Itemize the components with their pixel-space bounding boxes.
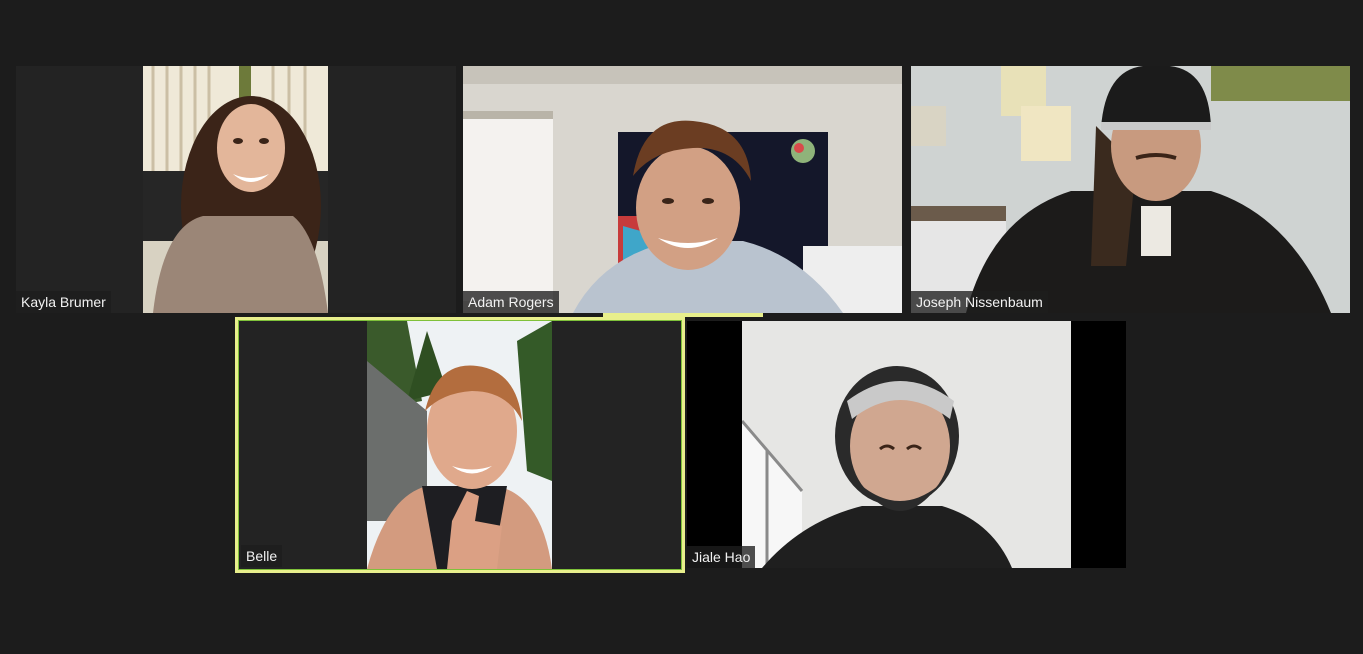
participant-name-label: Belle: [241, 545, 283, 567]
participant-video: [143, 66, 328, 313]
participant-video: [742, 321, 1071, 568]
video-tile-kayla-brumer[interactable]: Kayla Brumer: [16, 66, 456, 313]
participant-video: [463, 66, 902, 313]
participant-name-label: Adam Rogers: [463, 291, 559, 313]
video-tile-belle[interactable]: Belle: [235, 317, 685, 573]
participant-name-label: Joseph Nissenbaum: [911, 291, 1048, 313]
participant-video: [911, 66, 1350, 313]
participant-name-label: Jiale Hao: [687, 546, 756, 568]
participant-name-label: Kayla Brumer: [16, 291, 111, 313]
video-tile-jiale-hao[interactable]: Jiale Hao: [687, 321, 1126, 568]
video-tile-adam-rogers[interactable]: Adam Rogers: [463, 66, 902, 313]
video-tile-joseph-nissenbaum[interactable]: Joseph Nissenbaum: [911, 66, 1350, 313]
participant-video: [367, 321, 552, 569]
